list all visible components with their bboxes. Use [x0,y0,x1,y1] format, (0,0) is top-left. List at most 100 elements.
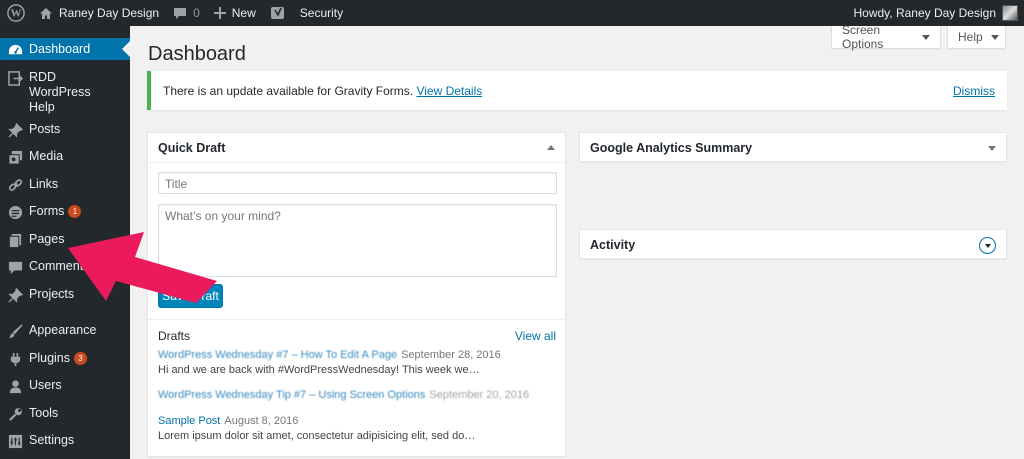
draft-date: September 28, 2016 [401,349,501,361]
sidebar-item-forms[interactable]: Forms 1 [0,204,130,220]
quick-draft-header[interactable]: Quick Draft [148,133,565,163]
sidebar-item-label: Plugins [29,351,70,365]
sidebar-item-label: Media [29,149,64,163]
draft-date: August 8, 2016 [224,415,299,427]
wordpress-logo-icon[interactable]: W [0,0,32,26]
activity-widget: Activity [579,229,1007,259]
site-name-link[interactable]: Raney Day Design [32,0,166,26]
comments-link[interactable]: 0 [166,0,207,26]
expand-toggle-icon[interactable] [979,236,996,254]
comments-count: 0 [193,6,200,20]
update-count-badge: 1 [68,205,82,218]
sidebar-item-plugins[interactable]: Plugins 3 [0,351,130,367]
yoast-seo-link[interactable] [263,0,293,26]
sidebar-item-posts[interactable]: Posts [0,122,130,138]
draft-content-textarea[interactable]: What’s on your mind? [158,204,557,277]
sidebar-item-users[interactable]: Users [0,378,130,394]
sidebar-item-label: Pages [29,232,65,246]
notice-text: There is an update available for Gravity… [163,83,414,98]
draft-excerpt: Lorem ipsum dolor sit amet, consectetur … [158,430,476,442]
draft-title-link[interactable]: WordPress Wednesday #7 – How To Edit A P… [158,349,397,361]
sidebar-item-label: Projects [29,287,75,301]
brush-icon [7,323,23,339]
howdy-text: Howdy, Raney Day Design [853,6,996,20]
draft-item: WordPress Wednesday #7 – How To Edit A P… [158,348,556,378]
dismiss-link[interactable]: Dismiss [953,84,995,98]
page-title: Dashboard [148,43,246,65]
pin-icon [7,287,23,303]
analytics-header[interactable]: Google Analytics Summary [580,133,1006,163]
expand-toggle-icon[interactable] [988,142,996,155]
main-content: Screen Options Help Dashboard There is a… [130,23,1024,459]
sidebar-item-settings[interactable]: Settings [0,433,130,449]
help-button[interactable]: Help [947,26,1006,49]
quick-draft-widget: Quick Draft Title What’s on your mind? S… [147,132,566,457]
plug-icon [7,351,23,367]
sidebar-item-label: Tools [29,406,59,420]
sidebar-item-label: Dashboard [29,42,91,56]
sidebar-item-label: Forms [29,204,65,218]
plus-icon [213,7,226,19]
help-icon [7,70,23,86]
drafts-header: Drafts View all [158,329,556,343]
svg-text:W: W [11,8,22,20]
sidebar-item-pages[interactable]: Pages [0,232,130,248]
draft-title-input[interactable]: Title [158,172,557,194]
comment-icon [7,259,23,275]
screen-options-button[interactable]: Screen Options [831,23,941,51]
user-icon [7,378,23,394]
sidebar-item-rdd-help[interactable]: RDD WordPress Help [0,70,130,115]
sidebar-item-label: Appearance [29,323,97,337]
pages-icon [7,232,23,248]
sidebar-item-dashboard[interactable]: Dashboard [0,38,130,60]
screen-options-label: Screen Options [842,23,884,51]
view-all-link[interactable]: View all [515,329,556,343]
draft-date: September 20, 2016 [429,389,530,401]
sidebar-item-appearance[interactable]: Appearance [0,323,130,339]
view-details-link[interactable]: View Details [416,84,482,98]
widget-title: Quick Draft [158,140,226,155]
collapse-toggle-icon[interactable] [547,145,555,150]
pin-icon [7,122,23,138]
draft-item: Sample Post August 8, 2016 Lorem ipsum do… [158,414,556,444]
new-label: New [231,6,256,20]
sidebar-item-label: Users [29,378,62,392]
draft-excerpt: Hi and we are back with #WordPressWednes… [158,364,480,376]
sidebar-item-label: Posts [29,122,61,136]
draft-title-link[interactable]: WordPress Wednesday Tip #7 – Using Scree… [158,389,425,401]
sidebar-item-label: Links [29,177,59,191]
security-link[interactable]: Security [293,0,350,26]
caret-down-icon [990,34,999,44]
caret-down-icon [922,34,930,44]
sidebar-item-media[interactable]: Media [0,149,130,165]
sidebar-item-label: Comments [29,259,90,273]
sidebar-item-label: Settings [29,433,75,447]
sidebar-item-comments[interactable]: Comments [0,259,130,275]
update-count-badge: 3 [74,352,87,365]
draft-item: WordPress Wednesday Tip #7 – Using Scree… [158,388,556,403]
admin-menu: Dashboard RDD WordPress Help Posts Media… [0,26,130,459]
wrench-icon [7,406,23,422]
sidebar-item-links[interactable]: Links [0,177,130,193]
avatar [1002,5,1018,21]
draft-title-link[interactable]: Sample Post [158,415,220,427]
save-draft-button[interactable]: Save Draft [158,284,223,308]
comment-icon [174,7,187,19]
activity-header[interactable]: Activity [580,230,1006,260]
dashboard-icon [7,42,23,58]
analytics-widget: Google Analytics Summary [579,132,1007,162]
home-icon [40,7,52,19]
settings-icon [7,433,23,449]
security-label: Security [299,6,344,20]
link-icon [7,177,23,193]
divider [148,319,565,320]
yoast-icon [270,7,284,19]
sidebar-item-projects[interactable]: Projects [0,287,130,303]
media-icon [7,149,23,165]
widget-title: Google Analytics Summary [590,141,753,155]
help-label: Help [958,30,983,44]
sidebar-item-label: RDD WordPress Help [29,70,91,114]
forms-icon [7,204,23,220]
new-content-link[interactable]: New [207,0,263,26]
sidebar-item-tools[interactable]: Tools [0,406,130,422]
